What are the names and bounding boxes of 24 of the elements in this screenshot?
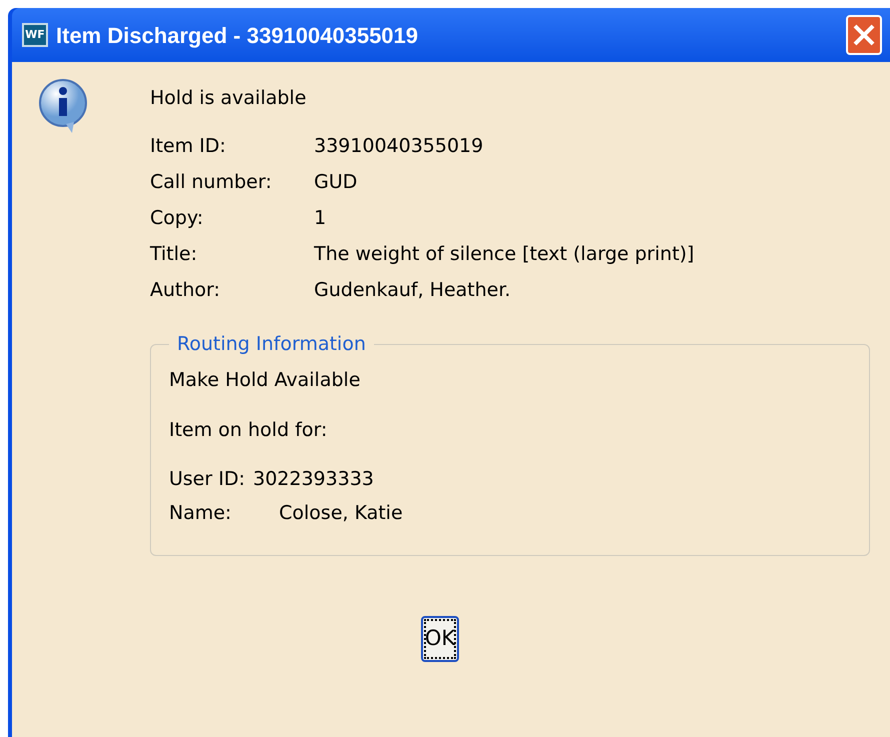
field-value: Gudenkauf, Heather. bbox=[314, 278, 511, 303]
hold-for-text: Item on hold for: bbox=[169, 418, 328, 444]
field-value: 1 bbox=[314, 206, 326, 231]
user-value: Colose, Katie bbox=[279, 501, 403, 526]
field-label: Call number: bbox=[150, 170, 273, 195]
field-value: GUD bbox=[314, 170, 358, 195]
field-value: The weight of silence [text (large print)] bbox=[314, 242, 694, 267]
close-button[interactable] bbox=[846, 15, 882, 55]
field-label: Item ID: bbox=[150, 134, 227, 159]
user-value: 3022393333 bbox=[252, 467, 374, 492]
window-title: Item Discharged - 33910040355019 bbox=[56, 22, 420, 50]
user-label: User ID: bbox=[169, 467, 245, 492]
user-label: Name: bbox=[169, 501, 232, 526]
field-value: 33910040355019 bbox=[314, 134, 484, 159]
field-label: Title: bbox=[150, 242, 198, 267]
message-text: Hold is available bbox=[150, 86, 308, 111]
close-icon bbox=[852, 23, 876, 47]
info-icon bbox=[36, 78, 90, 134]
field-label: Author: bbox=[150, 278, 222, 303]
group-legend: Routing Information bbox=[169, 330, 374, 358]
field-label: Copy: bbox=[150, 206, 204, 231]
routing-action: Make Hold Available bbox=[169, 368, 362, 394]
ok-button[interactable]: OK bbox=[420, 616, 460, 662]
app-icon: WF bbox=[22, 23, 48, 47]
